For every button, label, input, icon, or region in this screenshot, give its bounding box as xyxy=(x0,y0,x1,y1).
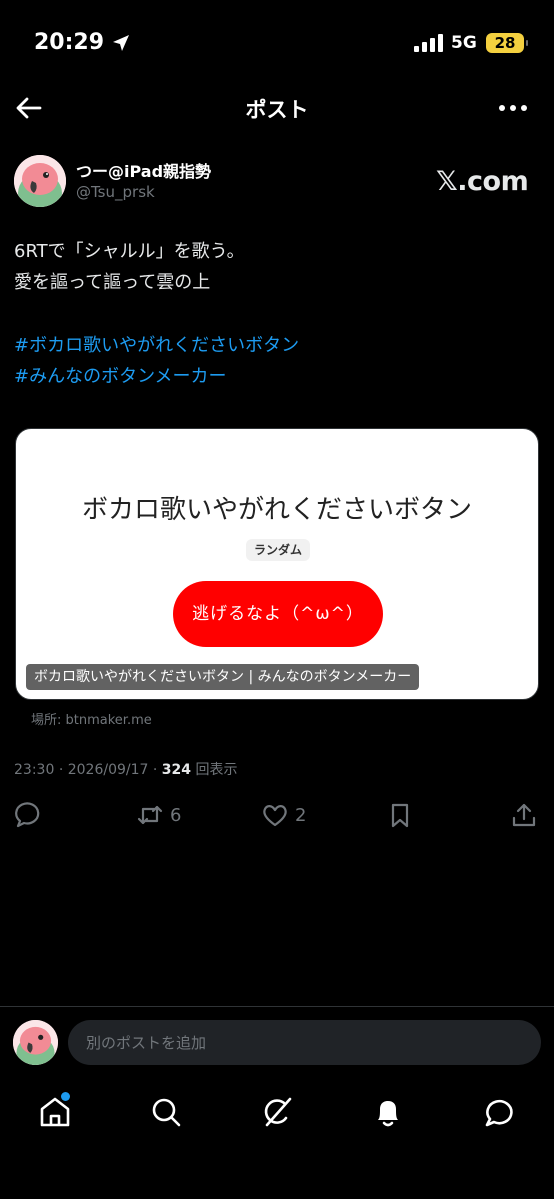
location-arrow-icon xyxy=(113,35,129,51)
share-button[interactable] xyxy=(510,800,538,830)
source-logo: 𝕏.com xyxy=(436,166,529,197)
tab-notifications[interactable] xyxy=(370,1094,406,1130)
post-meta: 23:30 · 2026/09/17 · 324 回表示 xyxy=(14,762,238,778)
network-type: 5G xyxy=(451,33,477,53)
reply-button[interactable] xyxy=(14,800,42,830)
share-icon xyxy=(512,803,536,827)
search-icon xyxy=(152,1098,181,1127)
parrot-avatar-icon xyxy=(13,1020,58,1065)
messages-icon xyxy=(485,1099,513,1127)
hashtag-link[interactable]: #みんなのボタンメーカー xyxy=(14,361,540,392)
tab-messages[interactable] xyxy=(481,1094,517,1130)
reply-avatar xyxy=(13,1020,58,1065)
grok-icon xyxy=(264,1097,292,1127)
signal-icon xyxy=(414,34,443,52)
like-button[interactable]: 2 xyxy=(261,800,306,830)
retweet-button[interactable]: 6 xyxy=(136,800,181,830)
tab-search[interactable] xyxy=(148,1094,184,1130)
tab-home[interactable] xyxy=(37,1092,73,1130)
card-source[interactable]: 場所: btnmaker.me xyxy=(31,709,152,728)
more-icon[interactable] xyxy=(496,96,530,120)
retweet-icon xyxy=(137,805,163,825)
card-red-button: 逃げるなよ（^ω^） xyxy=(173,581,383,647)
bookmark-icon xyxy=(391,803,409,828)
page-title: ポスト xyxy=(245,98,309,122)
tweet-line: 愛を謳って謳って雲の上 xyxy=(14,272,211,293)
avatar[interactable] xyxy=(14,155,66,207)
card-headline: ボカロ歌いやがれくださいボタン xyxy=(81,495,472,525)
hashtag-link[interactable]: #ボカロ歌いやがれくださいボタン xyxy=(14,330,540,361)
bookmark-button[interactable] xyxy=(386,800,414,830)
tweet-text: 6RTで「シャルル」を歌う。 愛を謳って謳って雲の上 #ボカロ歌いやがれください… xyxy=(14,236,540,392)
post-time: 23:30 xyxy=(14,762,55,778)
status-time: 20:29 xyxy=(34,30,105,55)
battery-indicator: 28 xyxy=(486,33,528,53)
like-icon xyxy=(263,805,287,827)
tweet-line: 6RTで「シャルル」を歌う。 xyxy=(14,241,245,262)
link-card[interactable]: ボカロ歌いやがれくださいボタン ランダム 逃げるなよ（^ω^） ボカロ歌いやがれ… xyxy=(15,428,539,700)
divider xyxy=(0,1006,554,1007)
notification-dot xyxy=(61,1092,70,1101)
bell-icon xyxy=(378,1101,398,1127)
view-count: 324 xyxy=(161,762,192,778)
card-caption: ボカロ歌いやがれくださいボタン | みんなのボタンメーカー xyxy=(26,664,420,690)
card-chip: ランダム xyxy=(246,539,310,561)
tab-grok[interactable] xyxy=(259,1094,295,1130)
reply-input[interactable] xyxy=(68,1020,541,1065)
display-name[interactable]: つー@iPad親指勢 xyxy=(76,158,211,182)
reply-icon xyxy=(15,802,40,828)
like-count: 2 xyxy=(295,804,307,826)
retweet-count: 6 xyxy=(170,804,182,826)
view-label: 回表示 xyxy=(195,762,238,778)
post-date: 2026/09/17 xyxy=(67,762,149,778)
parrot-avatar-icon xyxy=(14,155,66,207)
user-handle[interactable]: @Tsu_prsk xyxy=(76,183,155,201)
top-header: ポスト xyxy=(0,86,554,130)
status-bar: 20:29 5G 28 xyxy=(0,0,554,86)
